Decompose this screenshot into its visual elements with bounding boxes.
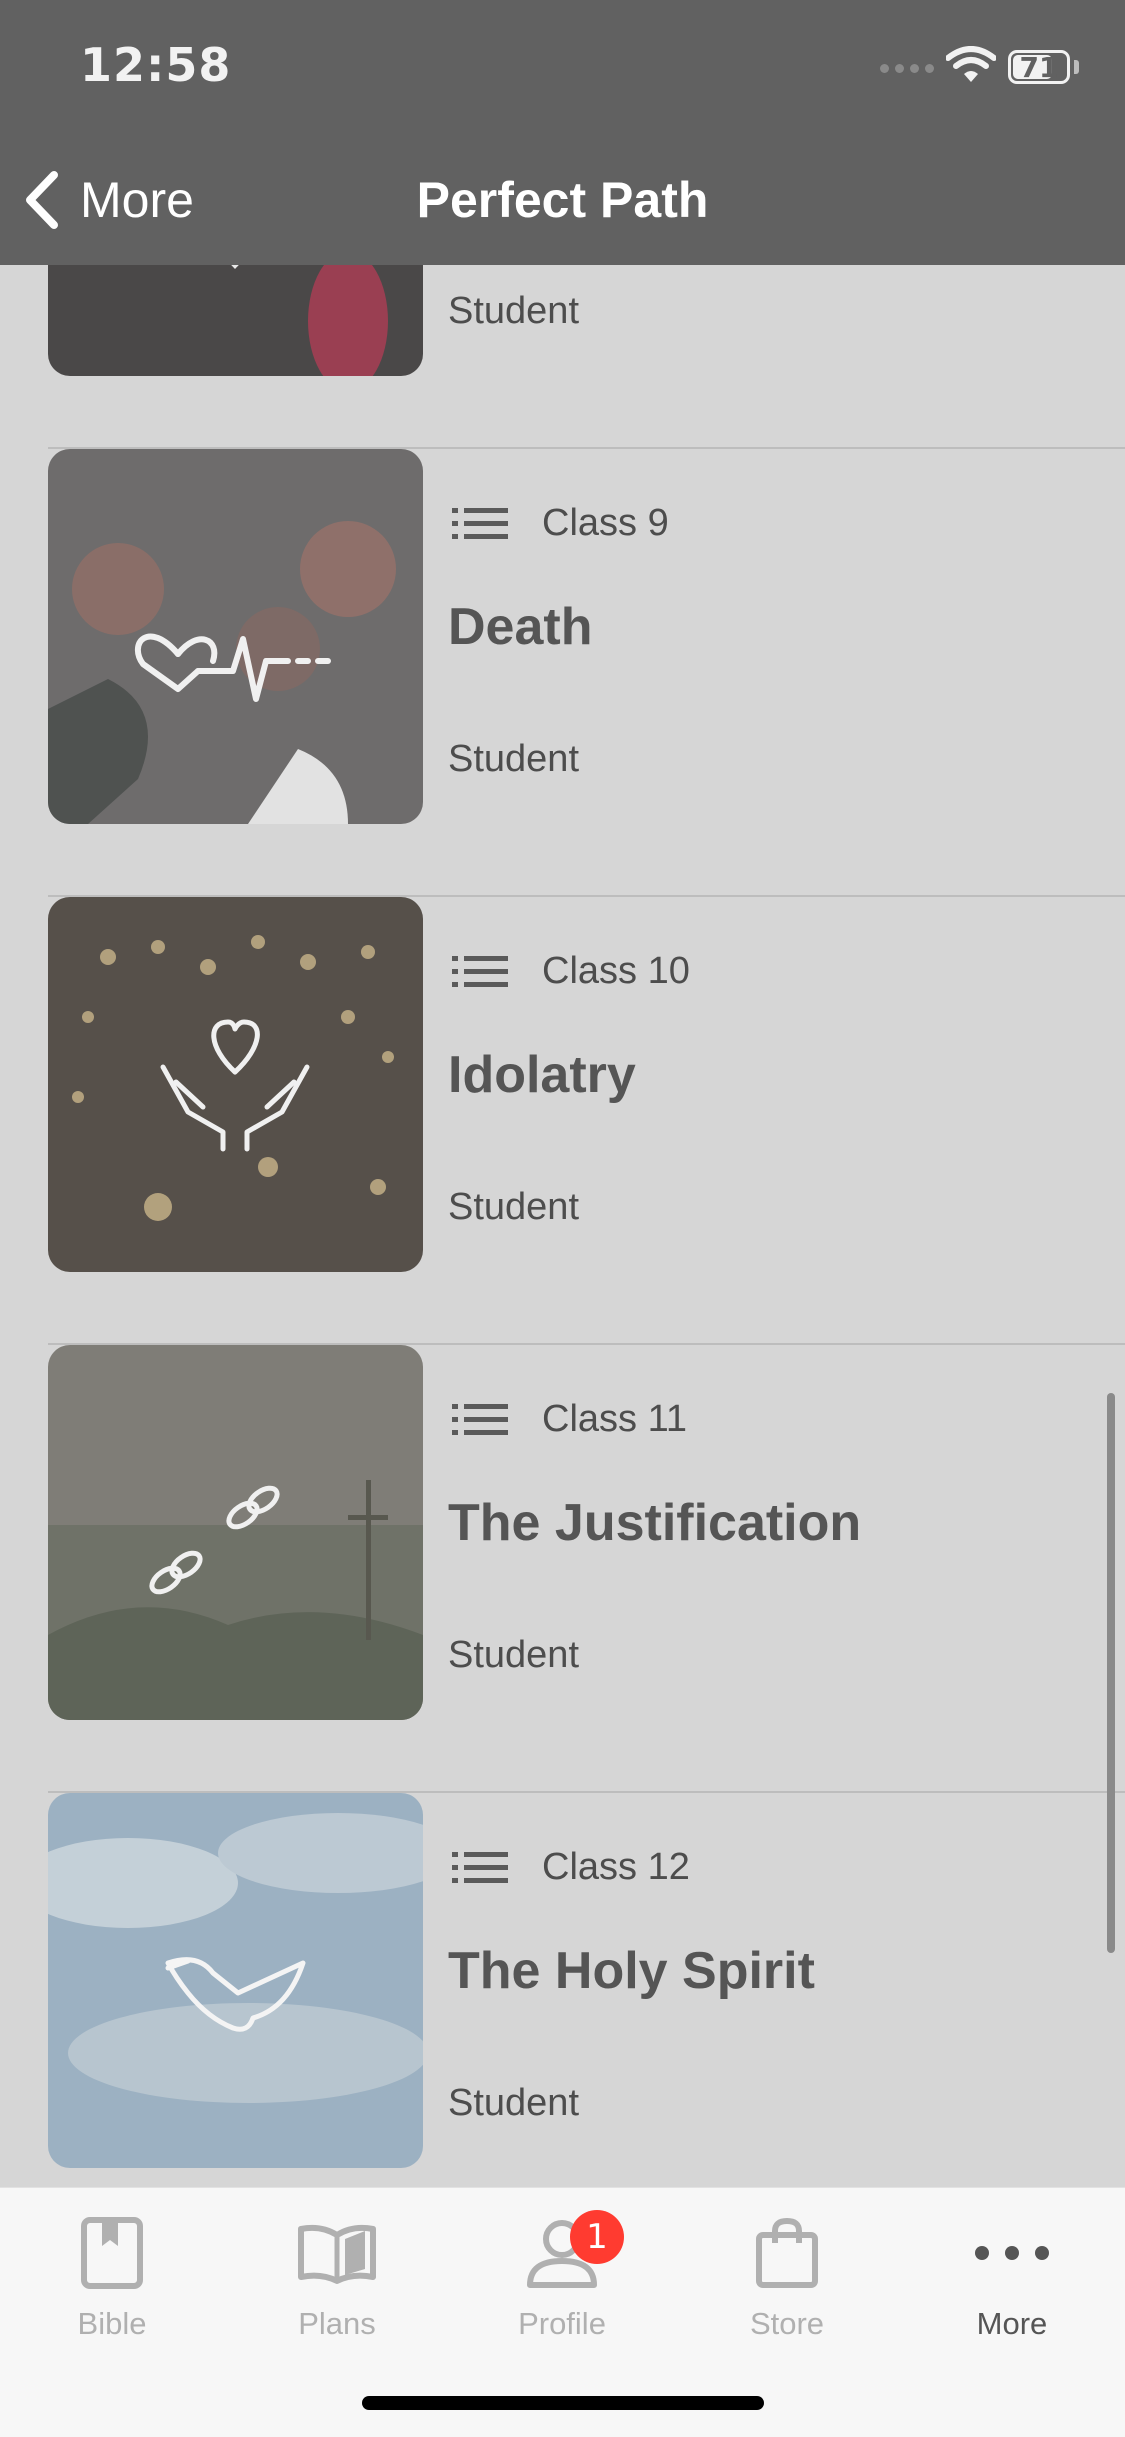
page-title: Perfect Path (416, 172, 709, 228)
tab-label: Plans (298, 2306, 376, 2341)
tab-plans[interactable]: Plans (262, 2208, 412, 2358)
status-bar: 12:58 71 (0, 0, 1125, 135)
tab-label: Bible (77, 2306, 147, 2341)
home-indicator[interactable] (362, 2396, 764, 2410)
class-number: Class 12 (452, 1846, 690, 1889)
class-list[interactable]: Student Class 9 Death Student Class 10 I… (0, 265, 1125, 2187)
list-icon (452, 1403, 508, 1435)
class-audience: Student (448, 290, 579, 332)
navigation-bar: More Perfect Path (0, 135, 1125, 265)
class-thumbnail (48, 897, 423, 1272)
class-thumbnail (48, 1793, 423, 2168)
scrollbar[interactable] (1107, 1393, 1115, 1953)
tab-label: Profile (518, 2306, 606, 2341)
bible-icon (81, 2217, 143, 2289)
class-label: Class 10 (542, 950, 690, 992)
tab-label: More (976, 2306, 1048, 2341)
list-item[interactable]: Student (0, 265, 1125, 449)
class-thumbnail (48, 449, 423, 824)
more-dots-icon (975, 2246, 1049, 2260)
battery-icon: 71 (1008, 50, 1070, 84)
tab-bible[interactable]: Bible (37, 2208, 187, 2358)
list-item[interactable]: Class 12 The Holy Spirit Student (0, 1793, 1125, 2187)
list-item[interactable]: Class 9 Death Student (0, 449, 1125, 897)
tab-profile[interactable]: 1 Profile (487, 2208, 637, 2358)
class-number: Class 10 (452, 950, 690, 993)
class-thumbnail (48, 1345, 423, 1720)
list-item[interactable]: Class 11 The Justification Student (0, 1345, 1125, 1793)
signal-icon (880, 64, 934, 73)
class-label: Class 12 (542, 1846, 690, 1888)
list-icon (452, 507, 508, 539)
plans-book-icon (298, 2224, 376, 2284)
class-audience: Student (448, 738, 579, 780)
class-title: Death (448, 598, 593, 656)
class-label: Class 9 (542, 502, 669, 544)
class-audience: Student (448, 1186, 579, 1228)
battery-level: 71 (1019, 51, 1059, 84)
class-title: The Holy Spirit (448, 1942, 815, 2000)
list-item[interactable]: Class 10 Idolatry Student (0, 897, 1125, 1345)
class-label: Class 11 (542, 1398, 688, 1440)
class-number: Class 9 (452, 502, 669, 545)
list-icon (452, 955, 508, 987)
tab-more[interactable]: More (937, 2208, 1087, 2358)
list-icon (452, 1851, 508, 1883)
class-audience: Student (448, 2082, 579, 2124)
class-title: The Justification (448, 1494, 862, 1552)
tab-label: Store (749, 2306, 825, 2341)
tab-store[interactable]: Store (712, 2208, 862, 2358)
class-thumbnail (48, 265, 423, 376)
notification-badge: 1 (570, 2210, 624, 2264)
status-time: 12:58 (80, 38, 232, 92)
wifi-icon (946, 46, 996, 82)
class-number: Class 11 (452, 1398, 687, 1441)
store-bag-icon (756, 2217, 818, 2288)
class-audience: Student (448, 1634, 579, 1676)
class-title: Idolatry (448, 1046, 636, 1104)
